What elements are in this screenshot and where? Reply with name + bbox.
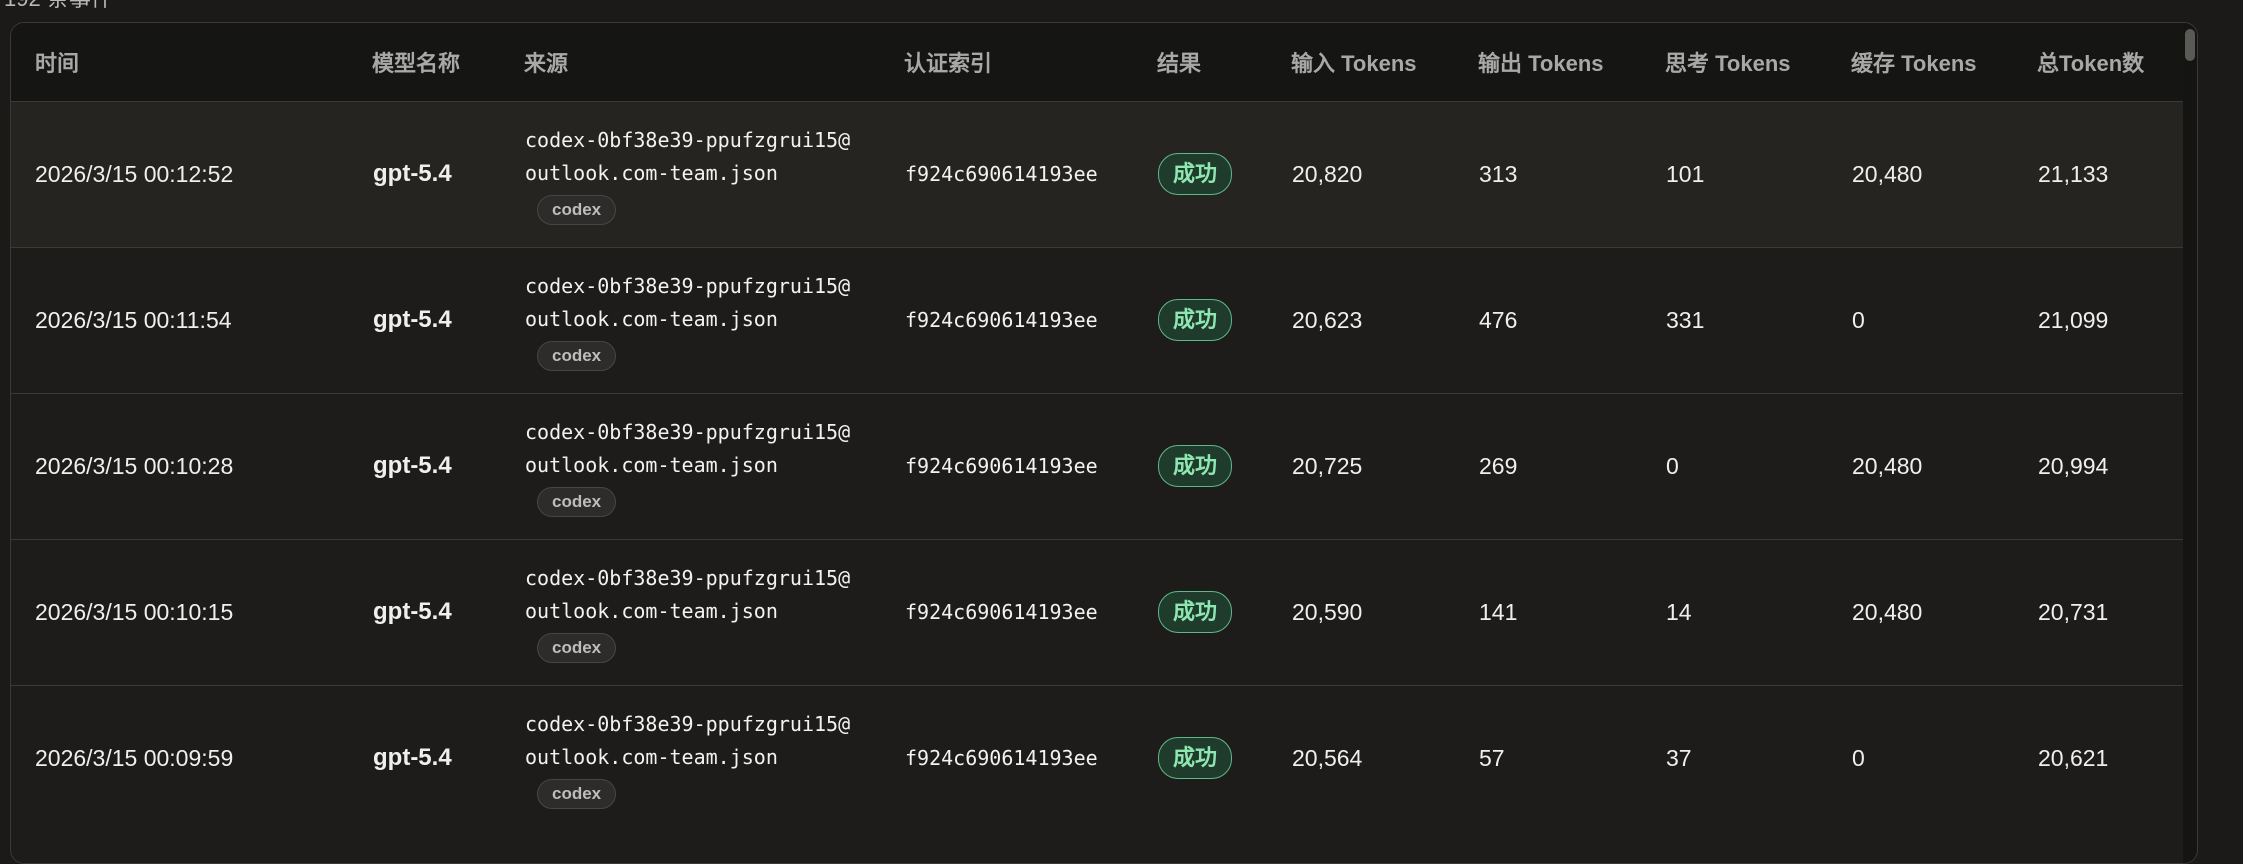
cell-time: 2026/3/15 00:09:59	[35, 744, 234, 771]
cell-cached-tokens: 20,480	[1852, 452, 1923, 479]
cell-auth-index: f924c690614193ee	[905, 746, 1098, 771]
cell-cached-tokens: 0	[1852, 306, 1865, 333]
cell-time: 2026/3/15 00:12:52	[35, 160, 234, 187]
column-header-input-tokens[interactable]: 输入 Tokens	[1291, 23, 1478, 101]
cell-total-tokens: 21,133	[2038, 160, 2109, 187]
cell-input-tokens: 20,564	[1292, 744, 1363, 771]
column-header-output-tokens[interactable]: 输出 Tokens	[1478, 23, 1665, 101]
cell-model: gpt-5.4	[373, 744, 452, 772]
cell-reasoning-tokens: 101	[1666, 160, 1705, 187]
table-row[interactable]: 2026/3/15 00:12:52 gpt-5.4 codex-0bf38e3…	[11, 101, 2189, 247]
status-badge: 成功	[1158, 445, 1233, 487]
cell-time: 2026/3/15 00:11:54	[35, 306, 232, 333]
cell-input-tokens: 20,820	[1292, 160, 1363, 187]
cell-result: 成功	[1157, 393, 1291, 539]
cell-source: codex-0bf38e39-ppufzgrui15@ outlook.com-…	[524, 101, 904, 247]
status-badge: 成功	[1158, 737, 1233, 780]
event-count-label: 192 条事件	[4, 0, 113, 12]
cell-auth-index: f924c690614193ee	[905, 308, 1098, 332]
source-file-line-2: outlook.com-team.json	[525, 160, 778, 185]
source-file-line-2: outlook.com-team.json	[525, 744, 778, 769]
source-file-line-1: codex-0bf38e39-ppufzgrui15@	[525, 711, 851, 736]
source-type-tag: codex	[537, 632, 617, 663]
cell-time: 2026/3/15 00:10:28	[35, 452, 234, 479]
column-header-cached-tokens[interactable]: 缓存 Tokens	[1851, 23, 2037, 101]
source-file-line-2: outlook.com-team.json	[525, 306, 778, 331]
column-header-time[interactable]: 时间	[11, 23, 372, 101]
cell-cached-tokens: 20,480	[1852, 598, 1923, 625]
cell-source: codex-0bf38e39-ppufzgrui15@ outlook.com-…	[524, 539, 904, 685]
cell-auth-index: f924c690614193ee	[905, 454, 1098, 478]
cell-result: 成功	[1157, 539, 1291, 685]
cell-cached-tokens: 20,480	[1852, 160, 1923, 187]
column-header-auth-index[interactable]: 认证索引	[904, 23, 1157, 101]
cell-reasoning-tokens: 331	[1666, 306, 1705, 333]
cell-result: 成功	[1157, 101, 1291, 247]
cell-total-tokens: 20,621	[2038, 744, 2109, 771]
status-badge: 成功	[1158, 153, 1233, 195]
source-type-tag: codex	[537, 340, 617, 371]
source-file-line-2: outlook.com-team.json	[525, 452, 778, 477]
cell-result: 成功	[1157, 247, 1291, 393]
column-header-reasoning-tokens[interactable]: 思考 Tokens	[1665, 23, 1851, 101]
cell-model: gpt-5.4	[373, 306, 452, 333]
cell-source: codex-0bf38e39-ppufzgrui15@ outlook.com-…	[524, 393, 904, 539]
cell-time: 2026/3/15 00:10:15	[35, 598, 234, 625]
cell-input-tokens: 20,623	[1292, 306, 1363, 333]
source-type-tag: codex	[537, 778, 617, 809]
cell-reasoning-tokens: 14	[1666, 598, 1692, 625]
cell-auth-index: f924c690614193ee	[905, 162, 1098, 186]
cell-total-tokens: 20,994	[2038, 452, 2109, 479]
column-header-total-tokens[interactable]: 总Token数	[2037, 23, 2189, 101]
source-type-tag: codex	[537, 194, 617, 225]
cell-result: 成功	[1157, 685, 1291, 831]
events-table-panel: 时间 模型名称 来源 认证索引 结果 输入 Tokens 输出 Tokens 思…	[10, 22, 2198, 864]
status-badge: 成功	[1158, 591, 1233, 633]
source-file-line-1: codex-0bf38e39-ppufzgrui15@	[525, 127, 851, 152]
cell-auth-index: f924c690614193ee	[905, 600, 1098, 624]
cell-output-tokens: 476	[1479, 306, 1518, 333]
cell-model: gpt-5.4	[373, 452, 452, 479]
table-row[interactable]: 2026/3/15 00:10:28 gpt-5.4 codex-0bf38e3…	[11, 393, 2189, 539]
cell-input-tokens: 20,725	[1292, 452, 1363, 479]
cell-reasoning-tokens: 37	[1666, 744, 1692, 771]
cell-total-tokens: 21,099	[2038, 306, 2109, 333]
cell-output-tokens: 141	[1479, 598, 1518, 625]
cell-model: gpt-5.4	[373, 598, 452, 625]
scrollbar-thumb[interactable]	[2185, 29, 2195, 61]
source-file-line-1: codex-0bf38e39-ppufzgrui15@	[525, 565, 851, 590]
cell-output-tokens: 269	[1479, 452, 1518, 479]
source-type-tag: codex	[537, 486, 617, 517]
cell-source: codex-0bf38e39-ppufzgrui15@ outlook.com-…	[524, 685, 904, 831]
cell-source: codex-0bf38e39-ppufzgrui15@ outlook.com-…	[524, 247, 904, 393]
table-row[interactable]: 2026/3/15 00:11:54 gpt-5.4 codex-0bf38e3…	[11, 247, 2189, 393]
column-header-model[interactable]: 模型名称	[372, 23, 524, 101]
cell-input-tokens: 20,590	[1292, 598, 1363, 625]
table-header-row: 时间 模型名称 来源 认证索引 结果 输入 Tokens 输出 Tokens 思…	[11, 23, 2189, 101]
cell-reasoning-tokens: 0	[1666, 452, 1679, 479]
cell-output-tokens: 57	[1479, 744, 1505, 771]
column-header-source[interactable]: 来源	[524, 23, 904, 101]
cell-output-tokens: 313	[1479, 160, 1518, 187]
events-table: 时间 模型名称 来源 认证索引 结果 输入 Tokens 输出 Tokens 思…	[11, 23, 2189, 831]
source-file-line-1: codex-0bf38e39-ppufzgrui15@	[525, 419, 851, 444]
cell-model: gpt-5.4	[373, 160, 452, 187]
vertical-scrollbar[interactable]	[2183, 23, 2197, 863]
table-row[interactable]: 2026/3/15 00:09:59 gpt-5.4 codex-0bf38e3…	[11, 685, 2189, 831]
source-file-line-1: codex-0bf38e39-ppufzgrui15@	[525, 273, 851, 298]
cell-cached-tokens: 0	[1852, 744, 1865, 771]
source-file-line-2: outlook.com-team.json	[525, 598, 778, 623]
cell-total-tokens: 20,731	[2038, 598, 2109, 625]
table-row[interactable]: 2026/3/15 00:10:15 gpt-5.4 codex-0bf38e3…	[11, 539, 2189, 685]
column-header-result[interactable]: 结果	[1157, 23, 1291, 101]
status-badge: 成功	[1158, 299, 1233, 341]
